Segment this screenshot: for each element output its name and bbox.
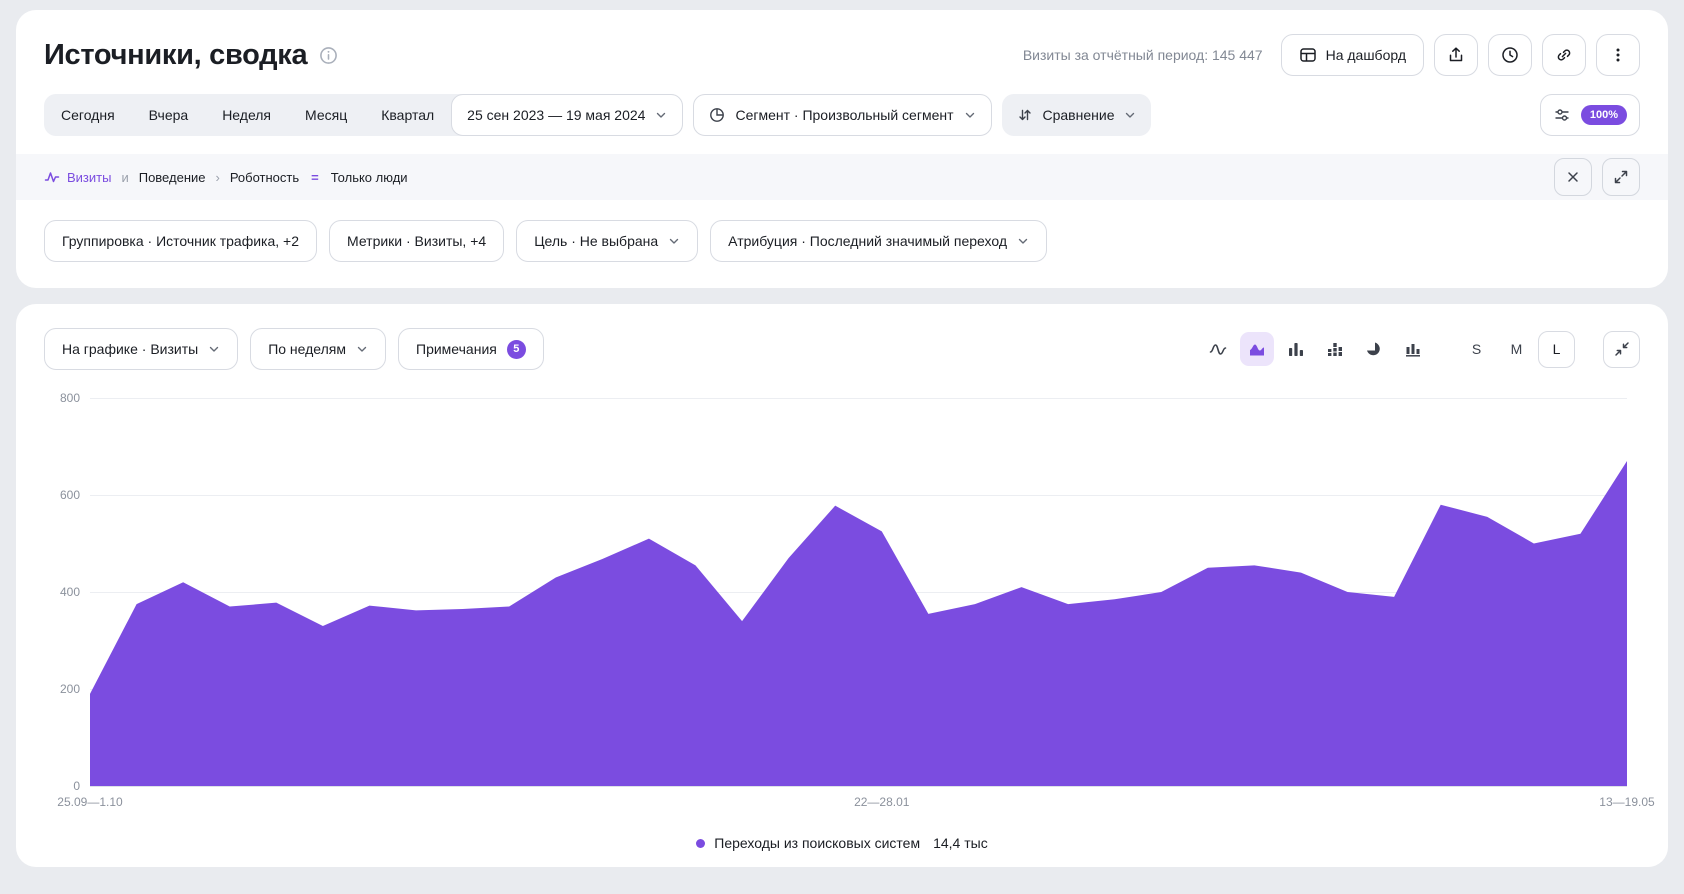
attribution-chip-label: Атрибуция · Последний значимый переход [728,233,1007,249]
metrics-chip-label: Метрики · Визиты, +4 [347,233,486,249]
period-month[interactable]: Месяц [288,94,364,136]
condition-value[interactable]: Только люди [331,170,408,185]
condition-operator: = [309,170,321,185]
chevron-down-icon [208,343,220,355]
condition-group[interactable]: Поведение [139,170,206,185]
metric-icon [44,169,60,185]
segment-conjunction: и [121,170,128,185]
dashboard-icon [1299,46,1317,64]
pie-chart-icon[interactable] [1357,332,1391,366]
page-header: Источники, сводка Визиты за отчётный пер… [16,10,1668,76]
kebab-icon [1609,46,1627,64]
chart-card: На графике · Визиты По неделям Примечани… [16,304,1668,867]
granularity-selector[interactable]: По неделям [250,328,386,370]
chevron-down-icon [964,109,976,121]
info-icon[interactable] [319,46,338,65]
dashboard-button[interactable]: На дашборд [1281,34,1424,76]
export-icon [1447,46,1465,64]
notes-button[interactable]: Примечания 5 [398,328,544,370]
chart-size-group: S M L [1458,331,1575,368]
line-chart-icon[interactable] [1201,332,1235,366]
period-yesterday[interactable]: Вчера [132,94,206,136]
chevron-down-icon [655,109,667,121]
period-today[interactable]: Сегодня [44,94,132,136]
clock-icon [1501,46,1519,64]
more-menu-button[interactable] [1596,34,1640,76]
chevron-down-icon [1017,235,1029,247]
legend-label: Переходы из поисковых систем [714,835,920,851]
attribution-chip[interactable]: Атрибуция · Последний значимый переход [710,220,1047,262]
grouping-chip-label: Группировка · Источник трафика, +2 [62,233,299,249]
clear-segment-button[interactable] [1554,158,1592,196]
columns-chart-icon[interactable] [1396,332,1430,366]
segment-metric-label: Визиты [67,170,111,185]
y-axis-labels: 0200400600800 [44,398,90,786]
metrics-chip[interactable]: Метрики · Визиты, +4 [329,220,504,262]
segment-pie-icon [709,107,725,123]
period-toolbar: Сегодня Вчера Неделя Месяц Квартал 25 се… [16,76,1668,136]
compare-label: Сравнение [1043,107,1115,123]
period-group: Сегодня Вчера Неделя Месяц Квартал 25 се… [44,94,683,136]
granularity-label: По неделям [268,341,346,357]
sampling-badge: 100% [1581,105,1627,125]
date-range-picker[interactable]: 25 сен 2023 — 19 мая 2024 [451,94,683,136]
page-title: Источники, сводка [44,39,307,72]
condition-separator: › [215,170,219,185]
goal-chip-label: Цель · Не выбрана [534,233,658,249]
goal-chip[interactable]: Цель · Не выбрана [516,220,698,262]
close-icon [1565,169,1581,185]
compare-icon [1017,107,1033,123]
bar-chart-icon[interactable] [1279,332,1313,366]
expand-icon [1613,169,1629,185]
chart-plot-row: 0200400600800 [16,398,1668,786]
chart-legend[interactable]: Переходы из поисковых систем 14,4 тыс [16,835,1668,851]
size-s-button[interactable]: S [1458,331,1495,368]
sliders-icon [1553,106,1571,124]
summary-card: Источники, сводка Визиты за отчётный пер… [16,10,1668,288]
segment-selector[interactable]: Сегмент · Произвольный сегмент [693,94,991,136]
header-actions: Визиты за отчётный период: 145 447 На да… [1023,34,1640,76]
period-week[interactable]: Неделя [205,94,288,136]
report-filters: Группировка · Источник трафика, +2 Метри… [16,200,1668,262]
segment-bar-actions [1554,158,1640,196]
size-l-button[interactable]: L [1538,331,1575,368]
area-chart-icon[interactable] [1240,332,1274,366]
sampling-control[interactable]: 100% [1540,94,1640,136]
dashboard-button-label: На дашборд [1326,47,1406,63]
segment-metric[interactable]: Визиты [44,169,111,185]
collapse-chart-button[interactable] [1603,331,1640,368]
notes-count-badge: 5 [507,340,526,359]
size-m-button[interactable]: M [1498,331,1535,368]
compare-selector[interactable]: Сравнение [1002,94,1152,136]
chart-type-group [1201,332,1430,366]
visits-summary: Визиты за отчётный период: 145 447 [1023,47,1263,63]
period-quarter[interactable]: Квартал [364,94,451,136]
grouping-chip[interactable]: Группировка · Источник трафика, +2 [44,220,317,262]
notes-label: Примечания [416,341,497,357]
export-button[interactable] [1434,34,1478,76]
area-chart[interactable] [90,398,1627,786]
expand-segment-button[interactable] [1602,158,1640,196]
chart-controls: На графике · Визиты По неделям Примечани… [16,328,1668,370]
condition-name[interactable]: Роботность [230,170,299,185]
history-button[interactable] [1488,34,1532,76]
collapse-icon [1614,341,1630,357]
segment-label: Сегмент · Произвольный сегмент [735,107,953,123]
chevron-down-icon [668,235,680,247]
legend-dot [696,839,705,848]
stacked-chart-icon[interactable] [1318,332,1352,366]
link-icon [1555,46,1573,64]
segment-condition-bar: Визиты и Поведение › Роботность = Только… [16,154,1668,200]
chevron-down-icon [356,343,368,355]
area-series [90,398,1627,786]
date-range-label: 25 сен 2023 — 19 мая 2024 [467,107,645,123]
on-chart-selector[interactable]: На графике · Визиты [44,328,238,370]
on-chart-label: На графике · Визиты [62,341,198,357]
share-link-button[interactable] [1542,34,1586,76]
legend-value: 14,4 тыс [933,835,988,851]
x-axis-labels: 25.09—1.1022—28.0113—19.05 [90,795,1627,815]
chevron-down-icon [1124,109,1136,121]
